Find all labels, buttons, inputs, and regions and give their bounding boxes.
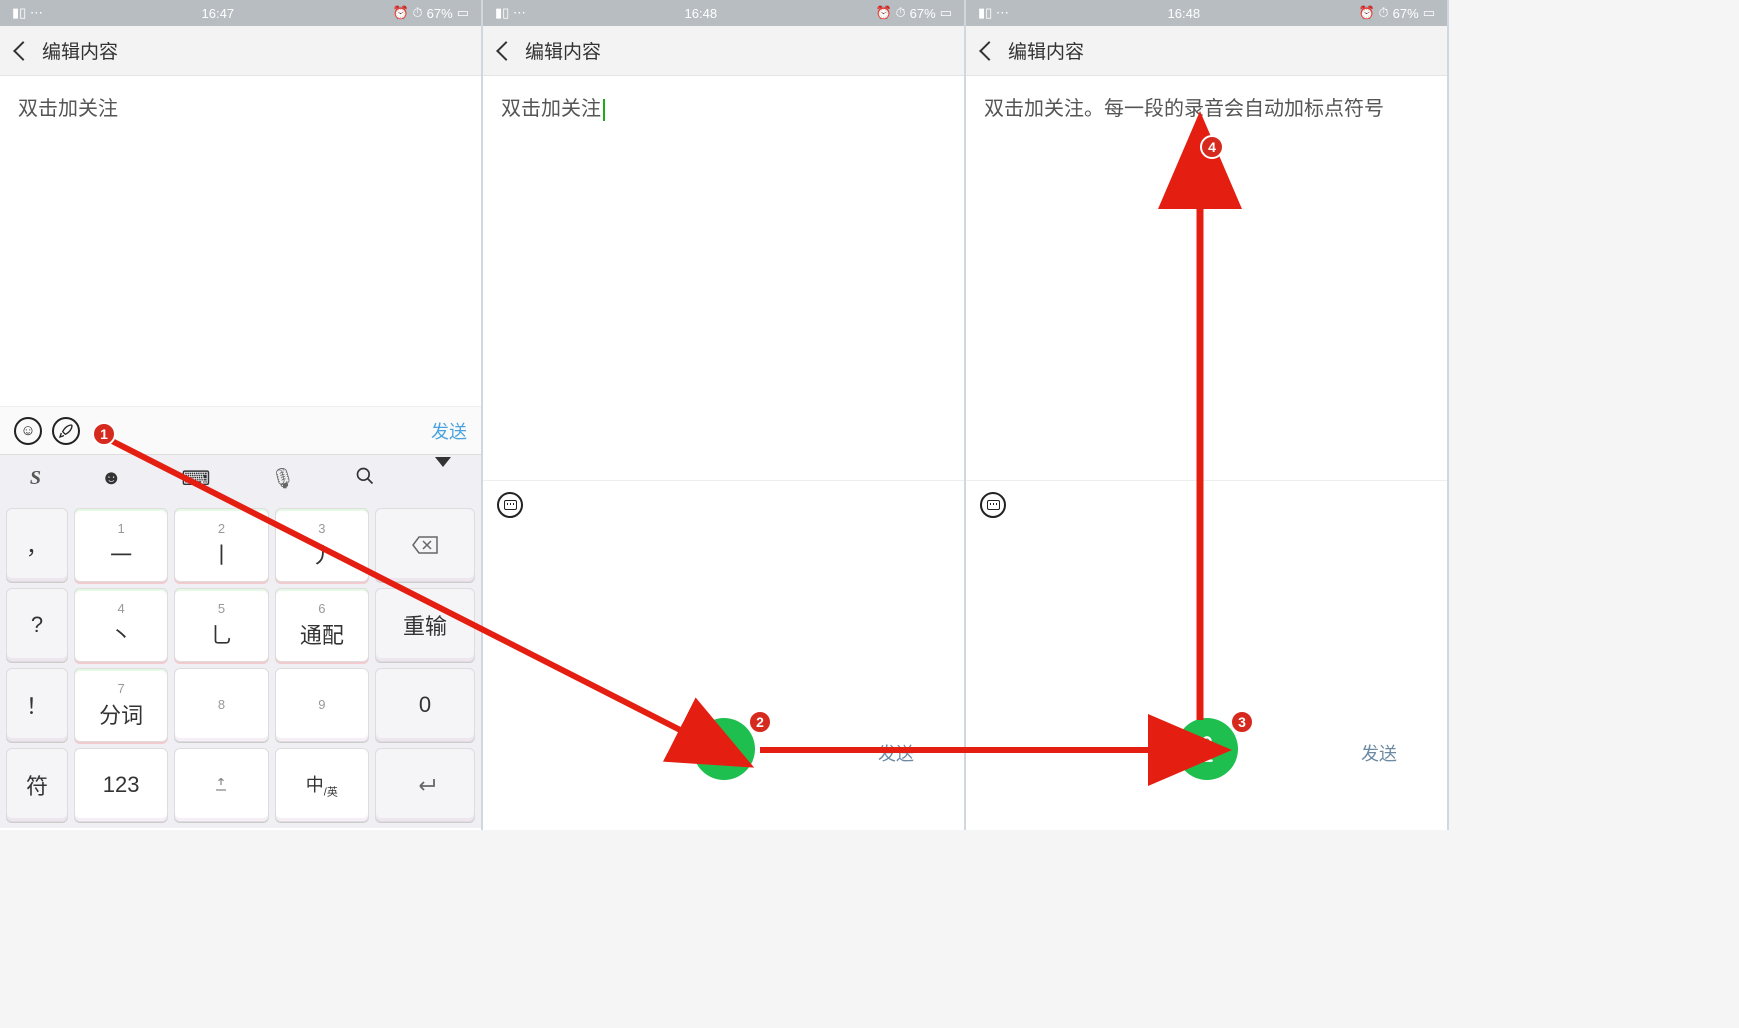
status-time: 16:47: [202, 6, 235, 21]
mic-button[interactable]: [1176, 718, 1238, 780]
content-text: 双击加关注: [18, 98, 118, 120]
keyboard-toggle-icon[interactable]: [980, 492, 1006, 518]
battery-icon: ▭: [1423, 5, 1435, 21]
back-button[interactable]: [13, 41, 33, 61]
battery-percent: 67%: [910, 6, 936, 21]
signal-icon: ▮▯ ⋯: [12, 5, 43, 21]
input-toolbar: ☺ 发送: [0, 406, 481, 454]
status-time: 16:48: [685, 6, 718, 21]
key-2[interactable]: 2丨: [174, 508, 268, 582]
phone-1: ▮▯ ⋯ 16:47 ⏰ ⏱ 67% ▭ 编辑内容 双击加关注 ☺ 发送 S ☻ ⌨…: [0, 0, 483, 830]
key-comma[interactable]: ，: [6, 508, 68, 582]
nav-bar: 编辑内容: [0, 26, 481, 76]
key-0[interactable]: 0: [375, 668, 475, 742]
nav-bar: 编辑内容: [966, 26, 1447, 76]
text-content[interactable]: 双击加关注: [483, 76, 964, 476]
signal-icon: ▮▯ ⋯: [495, 5, 526, 21]
content-text: 双击加关注: [501, 98, 601, 120]
status-bar: ▮▯ ⋯ 16:48 ⏰ ⏱ 67% ▭: [966, 0, 1447, 26]
text-content[interactable]: 双击加关注: [0, 76, 481, 406]
key-backspace[interactable]: [375, 508, 475, 582]
mic-button[interactable]: [693, 718, 755, 780]
ime-keyboard-icon[interactable]: ⌨: [182, 466, 211, 491]
battery-percent: 67%: [427, 6, 453, 21]
send-button[interactable]: 发送: [878, 740, 914, 766]
voice-feather-icon[interactable]: [52, 417, 80, 445]
phone-2: ▮▯ ⋯ 16:48 ⏰ ⏱ 67% ▭ 编辑内容 双击加关注 发送: [483, 0, 966, 830]
send-button[interactable]: 发送: [1361, 740, 1397, 766]
ime-search-icon[interactable]: [355, 466, 375, 492]
battery-percent: 67%: [1393, 6, 1419, 21]
key-9[interactable]: 9: [275, 668, 369, 742]
key-3[interactable]: 3丿: [275, 508, 369, 582]
keypad: ， 1一 2丨 3丿 ? 4丶 5乚 6通配 重输 ！ 7分词 8 9 0 符 …: [0, 502, 481, 828]
battery-icon: ▭: [457, 5, 469, 21]
status-bar: ▮▯ ⋯ 16:47 ⏰ ⏱ 67% ▭: [0, 0, 481, 26]
alarm-icon: ⏰ ⏱: [393, 5, 423, 21]
keyboard-toggle-icon[interactable]: [497, 492, 523, 518]
text-cursor: [603, 99, 605, 121]
ime-toolbar: S ☻ ⌨ 🎙: [0, 454, 481, 502]
badge-3: 3: [1230, 710, 1254, 734]
ime-emoji-icon[interactable]: ☻: [101, 467, 122, 490]
ime-dropdown-icon[interactable]: [435, 467, 451, 490]
ime-logo-icon[interactable]: S: [30, 467, 41, 490]
page-title: 编辑内容: [1008, 37, 1084, 64]
badge-1: 1: [92, 422, 116, 446]
voice-panel: 发送: [966, 480, 1447, 830]
content-text: 双击加关注。每一段的录音会自动加标点符号: [984, 98, 1384, 120]
key-symbols[interactable]: 符: [6, 748, 68, 822]
key-lang-switch[interactable]: 中/英: [275, 748, 369, 822]
back-button[interactable]: [496, 41, 516, 61]
status-time: 16:48: [1168, 6, 1201, 21]
emoji-icon[interactable]: ☺: [14, 417, 42, 445]
phone-3: ▮▯ ⋯ 16:48 ⏰ ⏱ 67% ▭ 编辑内容 双击加关注。每一段的录音会自动加…: [966, 0, 1449, 830]
ime-mic-icon[interactable]: 🎙: [270, 466, 295, 491]
key-1[interactable]: 1一: [74, 508, 168, 582]
signal-icon: ▮▯ ⋯: [978, 5, 1009, 21]
key-space[interactable]: [174, 748, 268, 822]
key-8[interactable]: 8: [174, 668, 268, 742]
key-4[interactable]: 4丶: [74, 588, 168, 662]
key-5[interactable]: 5乚: [174, 588, 268, 662]
voice-panel: 发送: [483, 480, 964, 830]
key-exclaim[interactable]: ！: [6, 668, 68, 742]
key-7[interactable]: 7分词: [74, 668, 168, 742]
key-6[interactable]: 6通配: [275, 588, 369, 662]
key-123[interactable]: 123: [74, 748, 168, 822]
page-title: 编辑内容: [525, 37, 601, 64]
status-bar: ▮▯ ⋯ 16:48 ⏰ ⏱ 67% ▭: [483, 0, 964, 26]
key-enter[interactable]: [375, 748, 475, 822]
alarm-icon: ⏰ ⏱: [876, 5, 906, 21]
badge-2: 2: [748, 710, 772, 734]
battery-icon: ▭: [940, 5, 952, 21]
nav-bar: 编辑内容: [483, 26, 964, 76]
send-button[interactable]: 发送: [431, 418, 467, 444]
alarm-icon: ⏰ ⏱: [1359, 5, 1389, 21]
badge-4: 4: [1200, 135, 1224, 159]
page-title: 编辑内容: [42, 37, 118, 64]
back-button[interactable]: [979, 41, 999, 61]
key-retype[interactable]: 重输: [375, 588, 475, 662]
key-question[interactable]: ?: [6, 588, 68, 662]
